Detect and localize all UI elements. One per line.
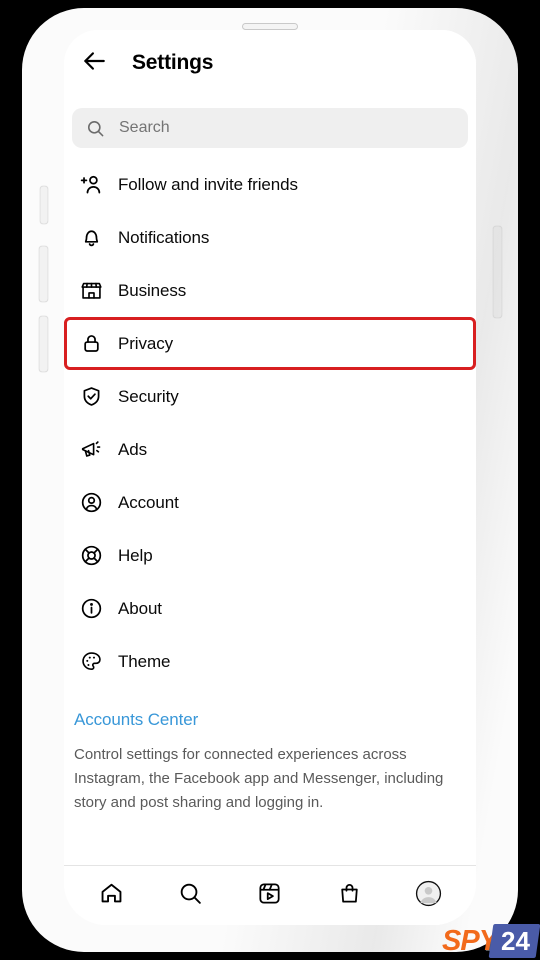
top-app-bar: Settings — [64, 30, 476, 96]
tab-home[interactable] — [86, 873, 138, 919]
tab-shop[interactable] — [323, 873, 375, 919]
volume-down-button[interactable] — [39, 316, 48, 372]
home-icon — [99, 881, 124, 911]
screenshot-stage: Settings Search Follow and invite friend… — [0, 0, 540, 960]
menu-item-label: Business — [118, 280, 187, 300]
tab-profile[interactable] — [402, 873, 454, 919]
accounts-center-link[interactable]: Accounts Center — [74, 710, 466, 730]
menu-item-label: Account — [118, 492, 179, 512]
menu-item-label: Theme — [118, 651, 171, 671]
menu-item-label: Notifications — [118, 227, 210, 247]
menu-item-label: Security — [118, 386, 179, 406]
shield-check-icon — [76, 382, 106, 412]
search-icon — [86, 119, 105, 138]
menu-item-label: Follow and invite friends — [118, 174, 298, 194]
search-section — [64, 96, 476, 148]
menu-item-help[interactable]: Help — [64, 529, 476, 582]
back-button[interactable] — [72, 41, 116, 85]
reels-icon — [257, 881, 282, 911]
tab-reels[interactable] — [244, 873, 296, 919]
shopping-bag-icon — [337, 881, 362, 911]
menu-item-theme[interactable]: Theme — [64, 635, 476, 688]
menu-item-label: Ads — [118, 439, 147, 459]
phone-screen: Settings Search Follow and invite friend… — [64, 30, 476, 925]
bell-icon — [76, 223, 106, 253]
watermark-24-text: 24 — [501, 926, 530, 956]
accounts-center-section: Accounts Center Control settings for con… — [64, 688, 476, 815]
page-title: Settings — [132, 51, 214, 74]
menu-item-security[interactable]: Security — [64, 370, 476, 423]
instagram-settings-app: Settings Search Follow and invite friend… — [64, 30, 476, 925]
volume-up-button[interactable] — [39, 246, 48, 302]
menu-item-notifications[interactable]: Notifications — [64, 211, 476, 264]
storefront-icon — [76, 276, 106, 306]
palette-icon — [76, 647, 106, 677]
megaphone-icon — [76, 435, 106, 465]
lifebuoy-icon — [76, 541, 106, 571]
silent-switch-button[interactable] — [40, 186, 48, 224]
lock-icon — [76, 329, 106, 359]
search-icon — [178, 881, 203, 911]
person-add-icon — [76, 170, 106, 200]
spy24-watermark: SPY 24 — [442, 924, 540, 958]
menu-item-business[interactable]: Business — [64, 264, 476, 317]
menu-item-label: Help — [118, 545, 153, 565]
menu-item-label: About — [118, 598, 162, 618]
tab-search[interactable] — [165, 873, 217, 919]
search-box[interactable] — [72, 108, 468, 148]
avatar-icon — [415, 880, 442, 912]
arrow-left-icon — [81, 48, 107, 79]
search-input[interactable] — [119, 119, 454, 137]
menu-item-about[interactable]: About — [64, 582, 476, 635]
menu-item-ads[interactable]: Ads — [64, 423, 476, 476]
menu-item-privacy[interactable]: Privacy — [64, 317, 476, 370]
accounts-center-description: Control settings for connected experienc… — [74, 746, 444, 811]
bottom-tab-bar — [64, 865, 476, 925]
earpiece-speaker — [242, 23, 298, 30]
menu-item-follow-and-invite-friends[interactable]: Follow and invite friends — [64, 158, 476, 211]
user-circle-icon — [76, 488, 106, 518]
menu-item-account[interactable]: Account — [64, 476, 476, 529]
power-button[interactable] — [493, 226, 502, 318]
menu-item-label: Privacy — [118, 333, 174, 353]
settings-menu: Follow and invite friends Notifications — [64, 148, 476, 688]
info-circle-icon — [76, 594, 106, 624]
watermark-24-badge: 24 — [488, 924, 540, 958]
